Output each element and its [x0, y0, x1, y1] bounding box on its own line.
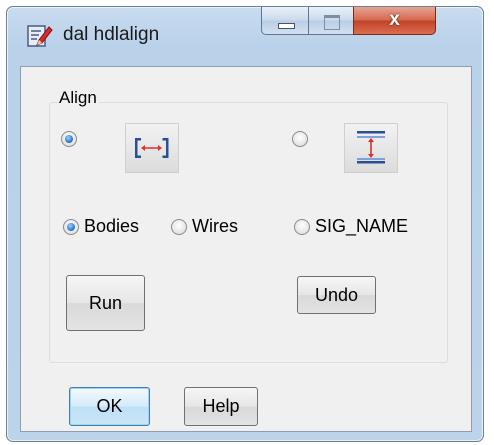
minimize-button[interactable]	[261, 7, 309, 35]
align-horizontal-radio[interactable]	[61, 131, 77, 147]
sig-name-label: SIG_NAME	[315, 216, 409, 236]
align-vertical-button[interactable]	[344, 123, 398, 173]
ok-button[interactable]: OK	[69, 387, 150, 426]
align-horizontal-button[interactable]	[125, 123, 179, 173]
undo-button[interactable]: Undo	[297, 276, 376, 314]
maximize-button[interactable]	[308, 7, 354, 35]
help-button[interactable]: Help	[184, 387, 258, 426]
app-pencil-icon	[27, 25, 53, 47]
minimize-icon	[278, 23, 295, 29]
close-button[interactable]: x	[353, 7, 436, 35]
window-title: dal hdlalign	[63, 24, 160, 45]
align-vertical-icon	[357, 131, 385, 164]
wires-label: Wires	[192, 216, 238, 236]
align-horizontal-icon	[135, 138, 169, 158]
bodies-label: Bodies	[84, 216, 140, 236]
dialog-window: dal hdlalign x Align Bodies Wires SIG_NA…	[6, 6, 484, 442]
close-icon: x	[389, 9, 400, 30]
align-vertical-radio[interactable]	[292, 131, 308, 147]
title-bar[interactable]: dal hdlalign x	[7, 7, 483, 63]
align-group-label: Align	[57, 88, 99, 108]
maximize-icon	[324, 15, 340, 30]
run-button[interactable]: Run	[66, 275, 145, 331]
wires-radio[interactable]	[171, 219, 187, 235]
bodies-radio[interactable]	[63, 219, 79, 235]
dialog-client-area: Align Bodies Wires SIG_NAME Run Undo OK …	[20, 66, 472, 432]
caption-buttons: x	[261, 7, 471, 35]
sig-name-radio[interactable]	[294, 219, 310, 235]
